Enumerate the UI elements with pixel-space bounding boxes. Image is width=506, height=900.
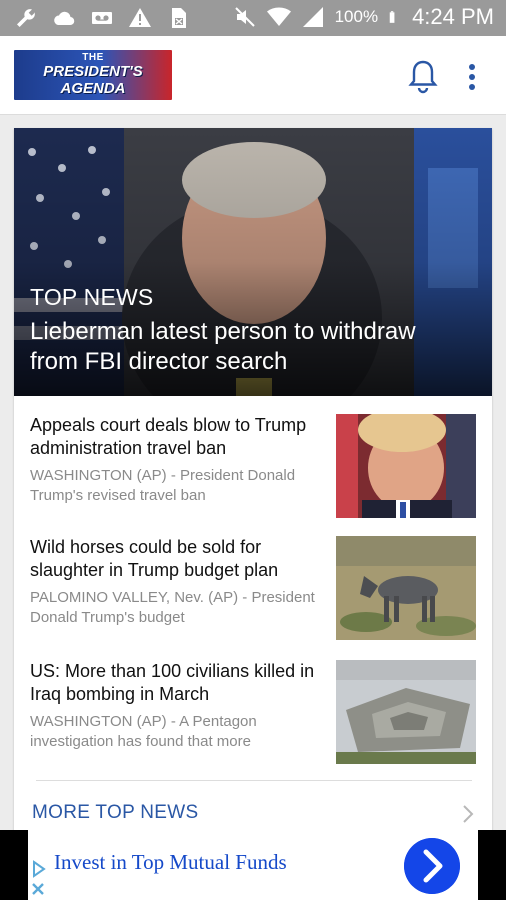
app-bar: THE PRESIDENT'S AGENDA: [0, 36, 506, 115]
divider: [36, 780, 472, 781]
ad-content[interactable]: Invest in Top Mutual Funds: [28, 830, 478, 900]
ad-arrow-button[interactable]: [404, 838, 460, 894]
story-snippet: PALOMINO VALLEY, Nev. (AP) - President D…: [30, 589, 315, 626]
clock: 4:24 PM: [412, 4, 494, 29]
logo-line-3: AGENDA: [60, 80, 126, 97]
story-snippet: WASHINGTON (AP) - President Donald Trump…: [30, 467, 296, 504]
ad-headline[interactable]: Invest in Top Mutual Funds: [54, 850, 287, 875]
bell-icon[interactable]: [406, 58, 440, 94]
story-thumbnail[interactable]: [336, 536, 476, 640]
cloud-icon: [54, 11, 75, 26]
story-thumbnail[interactable]: [336, 414, 476, 518]
alert-icon: [129, 8, 151, 27]
battery-percent: 100%: [334, 7, 379, 26]
story-item[interactable]: US: More than 100 civilians killed in Ir…: [30, 660, 476, 766]
story-headline[interactable]: Wild horses could be sold for slaughter …: [30, 536, 322, 582]
story-headline[interactable]: Appeals court deals blow to Trump admini…: [30, 414, 322, 460]
hero-story[interactable]: TOP NEWS Lieberman latest person to with…: [14, 128, 492, 396]
story-headline[interactable]: US: More than 100 civilians killed in Ir…: [30, 660, 322, 706]
hero-headline[interactable]: Lieberman latest person to withdraw from…: [30, 317, 470, 377]
story-item[interactable]: Wild horses could be sold for slaughter …: [30, 536, 476, 642]
battery-icon: [389, 11, 395, 23]
app-logo[interactable]: THE PRESIDENT'S AGENDA: [14, 50, 172, 100]
section-label: TOP NEWS: [30, 284, 154, 310]
wifi-icon: [266, 7, 291, 26]
ad-banner[interactable]: Invest in Top Mutual Funds: [0, 830, 506, 900]
story-item[interactable]: Appeals court deals blow to Trump admini…: [30, 414, 476, 520]
more-vert-icon[interactable]: [462, 60, 482, 94]
voicemail-icon: [92, 12, 112, 24]
signal-icon: [302, 7, 323, 27]
logo-line-1: THE: [82, 52, 104, 63]
story-snippet: WASHINGTON (AP) - A Pentagon investigati…: [30, 713, 257, 750]
hero-text: TOP NEWS Lieberman latest person to with…: [30, 284, 470, 377]
chevron-right-icon[interactable]: [460, 803, 476, 825]
wrench-icon: [17, 9, 35, 27]
ad-choices-icon[interactable]: [28, 858, 48, 898]
story-thumbnail[interactable]: [336, 660, 476, 764]
logo-line-2: PRESIDENT'S: [43, 63, 143, 80]
mute-icon: [234, 7, 255, 27]
sim-icon: [172, 8, 186, 28]
status-bar: 100% 4:24 PM: [0, 0, 506, 36]
more-top-news-link[interactable]: MORE TOP NEWS: [32, 802, 199, 824]
top-news-card: TOP NEWS Lieberman latest person to with…: [14, 128, 492, 848]
